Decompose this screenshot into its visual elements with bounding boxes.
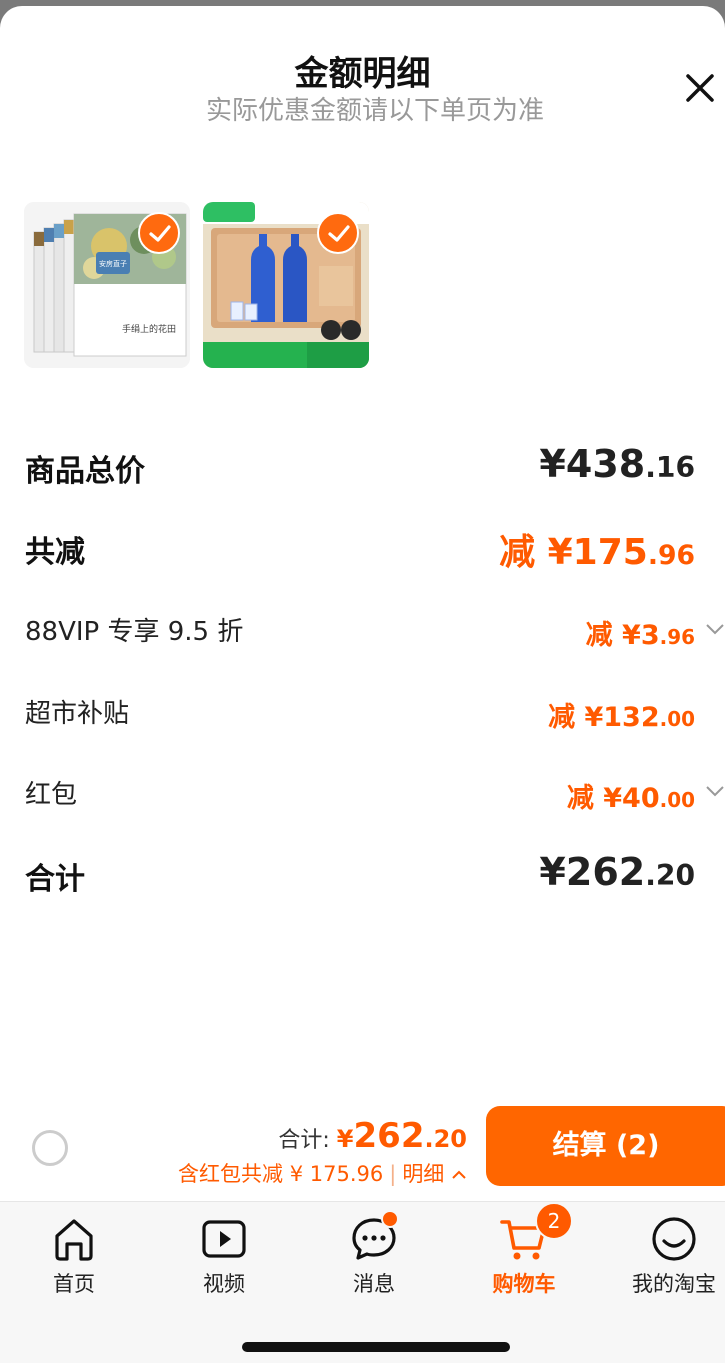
close-button[interactable] — [680, 68, 720, 108]
cart-count-badge: 2 — [535, 1202, 573, 1240]
selected-check-badge[interactable] — [138, 212, 180, 254]
tab-video[interactable]: 视频 — [164, 1214, 284, 1298]
sum-row: 合计 ¥262.20 — [25, 850, 695, 900]
tab-my-taobao[interactable]: 我的淘宝 — [614, 1214, 725, 1298]
discount-prefix: 减 ¥ — [499, 532, 573, 573]
amount-detail-sheet: 金额明细 实际优惠金额请以下单页为准 安房直子 手绢上的花田 商品总价 ¥438… — [0, 6, 725, 1363]
bottom-total-label: 合计: — [278, 1128, 330, 1153]
red-packet-int: 40 — [622, 783, 660, 814]
vip-discount-row[interactable]: 88VIP 专享 9.5 折 减 ¥3.96 — [25, 609, 695, 653]
goods-total-row: 商品总价 ¥438.16 — [25, 442, 695, 492]
red-packet-row[interactable]: 红包 减 ¥40.00 — [25, 772, 695, 816]
vip-discount-value: 减 ¥3.96 — [586, 613, 695, 652]
vip-discount-dec: .96 — [659, 625, 695, 649]
sum-int: 262 — [565, 850, 646, 894]
currency-symbol: ¥ — [539, 442, 566, 486]
tab-label: 我的淘宝 — [632, 1272, 716, 1296]
sheet-title: 金额明细 — [294, 54, 431, 94]
subsidy-value: 减 ¥132.00 — [548, 695, 695, 734]
product-thumbnail-liquor[interactable] — [203, 202, 369, 368]
red-packet-dec: .00 — [659, 788, 695, 812]
chevron-up-icon — [452, 1170, 466, 1179]
goods-total-label: 商品总价 — [25, 454, 145, 489]
goods-total-dec: .16 — [645, 451, 695, 484]
vip-discount-int: 3 — [640, 620, 660, 651]
sum-label: 合计 — [25, 862, 85, 897]
currency-symbol: ¥ — [336, 1125, 354, 1153]
detail-toggle-label: 明细 — [402, 1162, 445, 1186]
home-indicator — [242, 1342, 510, 1352]
total-discount-row: 共减 减 ¥175.96 — [25, 523, 695, 573]
vip-discount-label: 88VIP 专享 9.5 折 — [25, 617, 244, 647]
subsidy-int: 132 — [603, 702, 660, 733]
checkout-bar: 合计: ¥262.20 含红包共减 ¥ 175.96 | 明细 结算 (2) — [0, 1096, 725, 1201]
checkmark-icon — [328, 225, 350, 242]
discount-prefix: 减 ¥ — [548, 702, 604, 733]
smiley-profile-icon — [652, 1217, 696, 1261]
tab-label: 视频 — [203, 1272, 245, 1296]
subsidy-row: 超市补贴 减 ¥132.00 — [25, 691, 695, 735]
video-play-icon — [202, 1220, 246, 1258]
discount-prefix: 减 ¥ — [585, 620, 641, 651]
bottom-total: 合计: ¥262.20 — [278, 1116, 467, 1156]
total-discount-dec: .96 — [647, 540, 695, 571]
bottom-total-int: 262 — [353, 1116, 425, 1156]
red-packet-value: 减 ¥40.00 — [567, 776, 695, 815]
bottom-tab-bar: 首页 视频 消息 2 购物车 我的淘宝 — [0, 1201, 725, 1363]
subsidy-label: 超市补贴 — [25, 699, 130, 729]
home-icon — [55, 1219, 93, 1261]
tab-label: 购物车 — [492, 1272, 556, 1296]
chevron-down-icon[interactable] — [705, 622, 725, 636]
chevron-down-icon[interactable] — [705, 784, 725, 798]
tab-messages[interactable]: 消息 — [314, 1210, 434, 1298]
sum-value: ¥262.20 — [539, 850, 695, 894]
checkmark-icon — [149, 225, 171, 242]
tab-cart[interactable]: 2 购物车 — [464, 1202, 584, 1298]
saved-text: 含红包共减 ¥ 175.96 — [178, 1162, 384, 1186]
svg-text:安房直子: 安房直子 — [99, 259, 127, 268]
divider: | — [389, 1162, 397, 1186]
bottom-total-dec: .20 — [424, 1125, 467, 1153]
total-discount-value: 减 ¥175.96 — [499, 523, 695, 575]
tab-label: 首页 — [53, 1272, 95, 1296]
goods-total-int: 438 — [565, 442, 646, 486]
total-discount-label: 共减 — [25, 535, 85, 570]
goods-total-value: ¥438.16 — [539, 442, 695, 486]
sheet-subtitle: 实际优惠金额请以下单页为准 — [205, 96, 544, 126]
saved-summary[interactable]: 含红包共减 ¥ 175.96 | 明细 — [178, 1158, 467, 1188]
tab-label: 消息 — [353, 1272, 395, 1296]
close-icon — [686, 74, 714, 102]
svg-text:手绢上的花田: 手绢上的花田 — [122, 323, 176, 335]
red-packet-label: 红包 — [25, 780, 78, 810]
sum-dec: .20 — [645, 859, 695, 892]
checkout-button[interactable]: 结算 (2) — [486, 1106, 725, 1186]
discount-prefix: 减 ¥ — [566, 783, 623, 814]
unread-dot — [381, 1210, 399, 1228]
selected-check-badge[interactable] — [317, 212, 359, 254]
select-all-radio[interactable] — [32, 1130, 68, 1166]
total-discount-int: 175 — [572, 532, 648, 573]
tab-home[interactable]: 首页 — [14, 1214, 134, 1298]
currency-symbol: ¥ — [539, 850, 566, 894]
product-thumbnail-book-set[interactable]: 安房直子 手绢上的花田 — [24, 202, 190, 368]
subsidy-dec: .00 — [659, 707, 695, 731]
